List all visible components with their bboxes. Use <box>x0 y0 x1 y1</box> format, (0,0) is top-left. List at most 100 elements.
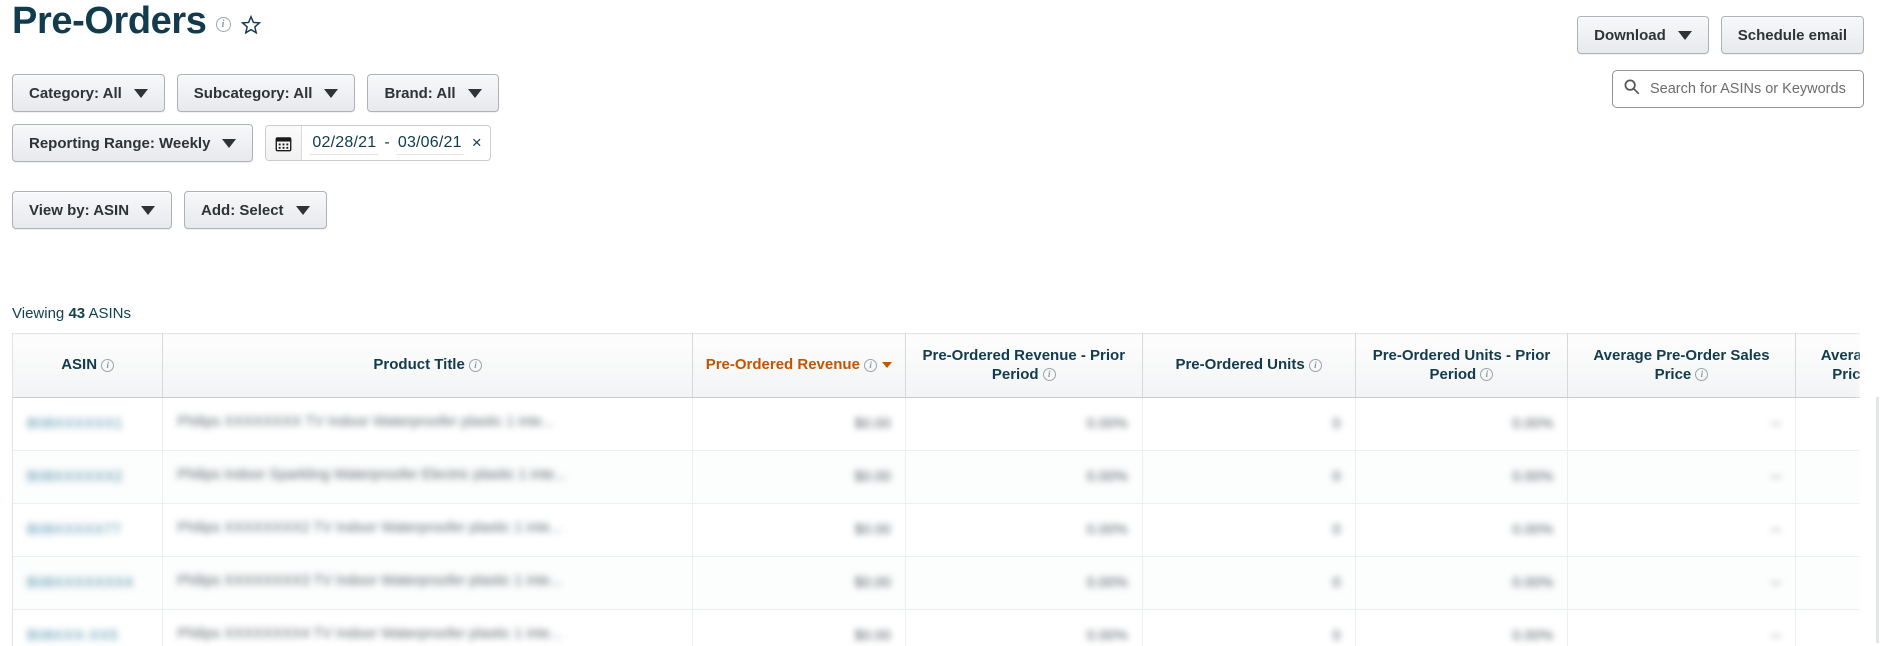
cell-avg_price: -- <box>1567 556 1796 610</box>
cell-value: -- <box>1770 575 1781 591</box>
cell-asin[interactable]: B08XXXXXX1 <box>13 397 164 451</box>
view-by-button[interactable]: View by: ASIN <box>12 191 173 229</box>
category-filter-button[interactable]: Category: All <box>12 74 165 112</box>
filter-row-view: View by: ASIN Add: Select <box>12 191 327 229</box>
cell-value: $0.00 <box>854 469 891 485</box>
close-icon[interactable]: × <box>472 133 482 153</box>
cell-units: 0 <box>1142 556 1356 610</box>
add-select-button[interactable]: Add: Select <box>184 191 327 229</box>
cell-units: 0 <box>1142 397 1356 451</box>
cell-units_prior: 0.00% <box>1355 556 1569 610</box>
vertical-scrollbar[interactable] <box>1876 397 1879 643</box>
asin-link[interactable]: B08XXX-XX5 <box>27 628 118 644</box>
table-row[interactable]: B08XXX-XX5 Philips XXXXXXXX4 TV Indoor Wa… <box>13 609 1860 646</box>
schedule-email-button[interactable]: Schedule email <box>1720 16 1864 54</box>
cell-avg_price_prior: -- <box>1795 450 1860 504</box>
cell-avg_price: -- <box>1567 450 1796 504</box>
viewing-suffix: ASINs <box>88 305 131 322</box>
cell-value: 0.00% <box>1512 628 1554 644</box>
cell-avg_price_prior: -- <box>1795 397 1860 451</box>
chevron-down-icon <box>133 88 148 98</box>
chevron-down-icon <box>295 205 310 215</box>
info-icon[interactable]: i <box>101 358 115 372</box>
viewing-summary: Viewing 43 ASINs <box>12 305 131 322</box>
cell-asin[interactable]: B08XXX-XX5 <box>13 609 164 646</box>
cell-value: 0 <box>1332 575 1341 591</box>
view-by-label: View by: ASIN <box>29 201 130 219</box>
cell-value: 0.00% <box>1512 522 1554 538</box>
asin-link[interactable]: B08XXXXX77 <box>27 522 121 538</box>
cell-value: -- <box>1770 469 1781 485</box>
table-header-row: ASIN i Product Title i Pre-Ordered Revenue… <box>13 333 1860 398</box>
cell-product_title: Philips XXXXXXXX2 TV Indoor Waterproofer… <box>162 503 693 557</box>
pre-orders-page: Pre-Orders i Download Schedule email Cat… <box>0 0 1880 646</box>
search-input[interactable] <box>1648 80 1853 98</box>
cell-revenue_prior: 0.00% <box>905 503 1143 557</box>
cell-value: Philips XXXXXXXX3 TV Indoor Waterproofer… <box>177 573 562 589</box>
calendar-icon[interactable] <box>266 126 303 160</box>
cell-value: -- <box>1770 416 1781 432</box>
column-header-pre-ordered-units-prior-period[interactable]: Pre-Ordered Units - Prior Period i <box>1355 333 1569 398</box>
category-filter-label: Category: All <box>29 84 122 102</box>
column-header-average-pre-order-sales-price-prior-period[interactable]: Average Pre-Order Sales Price - Prior Pe… <box>1795 333 1860 398</box>
cell-product_title: Philips XXXXXXXX4 TV Indoor Waterproofer… <box>162 609 693 646</box>
info-icon[interactable]: i <box>1480 368 1494 382</box>
subcategory-filter-button[interactable]: Subcategory: All <box>176 74 356 112</box>
reporting-range-button[interactable]: Reporting Range: Weekly <box>12 124 254 162</box>
page-title-info-icon[interactable]: i <box>215 17 231 33</box>
cell-value: Philips XXXXXXXX2 TV Indoor Waterproofer… <box>177 520 562 536</box>
column-header-label: Pre-Ordered Units <box>1175 356 1305 374</box>
column-header-asin[interactable]: ASIN i <box>13 333 164 398</box>
column-header-pre-ordered-revenue-prior-period[interactable]: Pre-Ordered Revenue - Prior Period i <box>905 333 1143 398</box>
asin-link[interactable]: B08XXXXXX1 <box>27 416 123 432</box>
column-header-product-title[interactable]: Product Title i <box>162 333 693 398</box>
cell-value: -- <box>1770 628 1781 644</box>
cell-units_prior: 0.00% <box>1355 450 1569 504</box>
cell-value: $0.00 <box>854 575 891 591</box>
download-button[interactable]: Download <box>1577 16 1709 54</box>
info-icon[interactable]: i <box>469 358 482 372</box>
column-header-pre-ordered-units[interactable]: Pre-Ordered Units i <box>1142 333 1356 398</box>
search-box[interactable] <box>1612 70 1864 108</box>
info-icon[interactable]: i <box>864 358 878 372</box>
add-select-label: Add: Select <box>201 201 284 219</box>
table-row[interactable]: B08XXXXXX1 Philips XXXXXXXX TV Indoor Wat… <box>13 397 1860 451</box>
cell-value: 0.00% <box>1512 469 1554 485</box>
date-range-start[interactable]: 02/28/21 <box>310 132 379 155</box>
favorite-star-icon[interactable] <box>240 14 262 36</box>
column-header-pre-ordered-revenue[interactable]: Pre-Ordered Revenue i <box>692 333 906 398</box>
reporting-range-label: Reporting Range: Weekly <box>29 134 211 152</box>
asin-link[interactable]: B08XXXXXX2 <box>27 469 123 485</box>
chevron-down-icon <box>467 88 482 98</box>
brand-filter-label: Brand: All <box>384 84 456 102</box>
date-range-end[interactable]: 03/06/21 <box>395 132 464 155</box>
pre-orders-table[interactable]: ASIN i Product Title i Pre-Ordered Revenue… <box>12 333 1860 646</box>
asin-link[interactable]: B08XXXXXXX4 <box>27 575 133 591</box>
sort-desc-icon[interactable] <box>882 362 893 369</box>
date-range-picker[interactable]: 02/28/21 - 03/06/21 × <box>265 125 491 161</box>
cell-revenue: $0.00 <box>692 397 906 451</box>
cell-asin[interactable]: B08XXXXXX2 <box>13 450 164 504</box>
cell-value: Philips XXXXXXXX4 TV Indoor Waterproofer… <box>177 626 562 642</box>
cell-revenue: $0.00 <box>692 450 906 504</box>
info-icon[interactable]: i <box>1308 358 1322 372</box>
cell-value: 0.00% <box>1086 469 1128 485</box>
cell-asin[interactable]: B08XXXXX77 <box>13 503 164 557</box>
chevron-down-icon <box>1677 30 1692 40</box>
brand-filter-button[interactable]: Brand: All <box>367 74 499 112</box>
info-icon[interactable]: i <box>1695 368 1709 382</box>
cell-units: 0 <box>1142 450 1356 504</box>
column-header-label: Average Pre-Order Sales Price <box>1593 346 1770 383</box>
filter-row-primary: Category: All Subcategory: All Brand: Al… <box>12 74 499 112</box>
table-row[interactable]: B08XXXXXXX4 Philips XXXXXXXX3 TV Indoor W… <box>13 556 1860 610</box>
cell-value: Philips XXXXXXXX TV Indoor Waterproofer … <box>177 414 554 430</box>
date-range-separator: - <box>384 134 390 151</box>
info-icon[interactable]: i <box>1042 368 1056 382</box>
cell-asin[interactable]: B08XXXXXXX4 <box>13 556 164 610</box>
column-header-average-pre-order-sales-price[interactable]: Average Pre-Order Sales Price i <box>1567 333 1796 398</box>
cell-revenue_prior: 0.00% <box>905 556 1143 610</box>
cell-revenue_prior: 0.00% <box>905 450 1143 504</box>
table-row[interactable]: B08XXXXXX2 Philips Indoor Sparkling Water… <box>13 450 1860 504</box>
table-row[interactable]: B08XXXXX77 Philips XXXXXXXX2 TV Indoor Wa… <box>13 503 1860 557</box>
cell-revenue_prior: 0.00% <box>905 397 1143 451</box>
